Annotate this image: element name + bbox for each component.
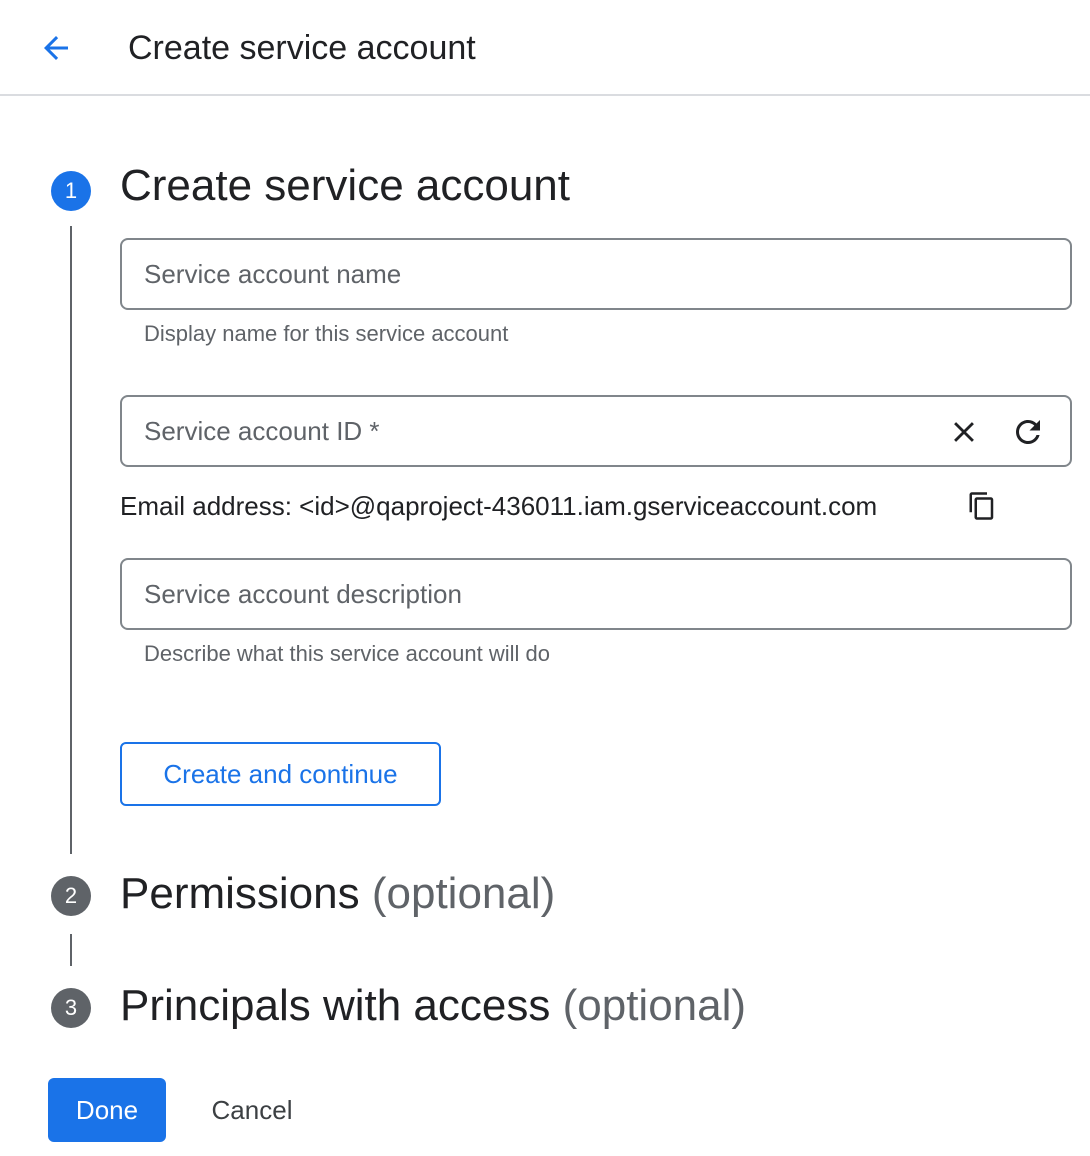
step-1-title-text: Create service account [120, 161, 570, 210]
page-header: Create service account [0, 0, 1090, 96]
clear-id-button[interactable] [940, 408, 988, 456]
service-account-name-input[interactable] [122, 258, 924, 290]
step-2-optional-label: (optional) [371, 869, 556, 918]
refresh-icon [1016, 420, 1040, 444]
copy-email-button[interactable] [958, 482, 1006, 530]
service-account-id-field[interactable] [120, 395, 1072, 467]
page-title: Create service account [128, 29, 476, 67]
step-3-optional-label: (optional) [562, 981, 747, 1030]
email-address-text: Email address: <id>@qaproject-436011.iam… [120, 491, 878, 521]
arrow-back-icon [44, 36, 68, 60]
step-1-title: Create service account [120, 160, 570, 212]
done-button[interactable]: Done [48, 1078, 166, 1142]
service-account-name-field[interactable] [120, 238, 1072, 310]
cancel-button[interactable]: Cancel [186, 1078, 318, 1142]
service-account-name-hint: Display name for this service account [144, 321, 509, 346]
regenerate-id-button[interactable] [1004, 408, 1052, 456]
service-account-description-hint: Describe what this service account will … [144, 641, 550, 666]
step-1-number: 1 [51, 171, 91, 211]
step-connector-1 [70, 226, 72, 854]
step-3-number: 3 [51, 988, 91, 1028]
step-2-number: 2 [51, 876, 91, 916]
close-icon [954, 422, 974, 442]
create-and-continue-button[interactable]: Create and continue [120, 742, 441, 806]
step-3-title[interactable]: Principals with access (optional) [120, 980, 746, 1032]
service-account-id-input[interactable] [122, 415, 924, 447]
step-connector-2 [70, 934, 72, 966]
step-3-title-text: Principals with access [120, 981, 551, 1030]
copy-icon [969, 492, 994, 520]
step-2-title-text: Permissions [120, 869, 360, 918]
service-account-description-field[interactable] [120, 558, 1072, 630]
service-account-description-input[interactable] [122, 578, 924, 610]
step-2-title[interactable]: Permissions (optional) [120, 868, 555, 920]
back-button[interactable] [30, 22, 82, 74]
